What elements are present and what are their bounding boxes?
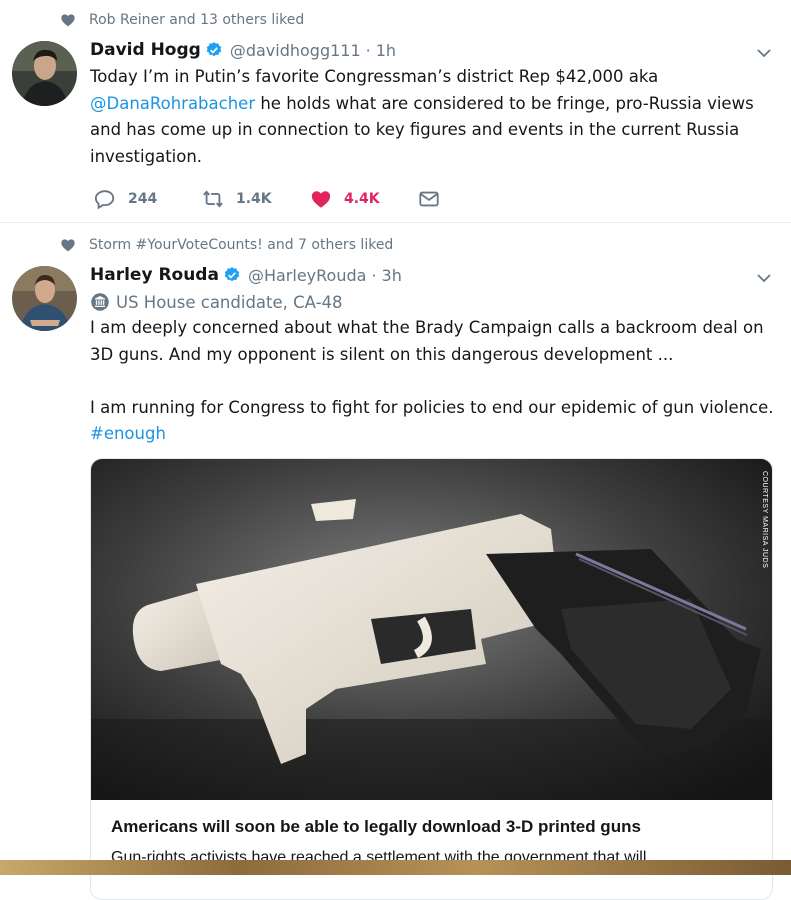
tweet-paragraph: I am running for Congress to fight for p…	[90, 395, 780, 448]
chevron-down-icon[interactable]	[755, 269, 773, 287]
avatar[interactable]	[12, 41, 77, 106]
timestamp[interactable]: 3h	[382, 266, 402, 285]
heart-icon	[61, 14, 75, 27]
retweet-count: 1.4K	[236, 191, 272, 207]
hashtag-link[interactable]: #enough	[90, 424, 166, 443]
user-handle[interactable]: @HarleyRouda	[248, 266, 366, 285]
timestamp[interactable]: 1h	[376, 41, 396, 60]
social-context-text[interactable]: Storm #YourVoteCounts! and 7 others like…	[89, 237, 393, 253]
card-image	[91, 459, 772, 800]
reply-icon	[94, 190, 115, 210]
social-context: Storm #YourVoteCounts! and 7 others like…	[60, 234, 393, 256]
tweet-text-part: Today I’m in Putin’s favorite Congressma…	[90, 67, 659, 86]
chevron-down-icon[interactable]	[755, 44, 773, 62]
tweet-text-part: I am running for Congress to fight for p…	[90, 397, 774, 417]
heart-icon	[61, 239, 75, 252]
like-icon	[311, 191, 331, 208]
avatar[interactable]	[12, 266, 77, 331]
card-title[interactable]: Americans will soon be able to legally d…	[111, 817, 641, 837]
separator-dot: ·	[371, 265, 377, 285]
link-card[interactable]: COURTESY MARISA JUDS Americans will soon…	[90, 458, 773, 900]
mention-link[interactable]: @DanaRohrabacher	[90, 94, 255, 113]
tweet-header: David Hogg @davidhogg111 · 1h	[90, 38, 396, 62]
candidate-label-text: US House candidate, CA-48	[116, 292, 343, 312]
social-context: Rob Reiner and 13 others liked	[60, 9, 304, 31]
direct-message-button[interactable]	[418, 188, 452, 210]
tweet[interactable]: Storm #YourVoteCounts! and 7 others like…	[0, 223, 791, 900]
message-icon	[419, 191, 439, 207]
taskbar-edge	[0, 860, 791, 875]
building-icon	[91, 293, 109, 311]
tweet-text: Today I’m in Putin’s favorite Congressma…	[90, 64, 780, 170]
tweet-header: Harley Rouda @HarleyRouda · 3h	[90, 263, 402, 287]
tweet-text: I am deeply concerned about what the Bra…	[90, 315, 780, 448]
like-button[interactable]: 4.4K	[310, 188, 418, 210]
photo-credit: COURTESY MARISA JUDS	[761, 471, 768, 569]
tweet[interactable]: Rob Reiner and 13 others liked David Hog…	[0, 0, 791, 223]
user-handle[interactable]: @davidhogg111	[230, 41, 361, 60]
like-count: 4.4K	[344, 191, 380, 207]
tweet-actions: 244 1.4K 4.4K	[94, 187, 452, 211]
verified-badge-icon	[224, 267, 240, 282]
retweet-button[interactable]: 1.4K	[202, 188, 310, 210]
reply-button[interactable]: 244	[94, 188, 202, 210]
reply-count: 244	[128, 191, 158, 207]
tweet-paragraph: I am deeply concerned about what the Bra…	[90, 318, 764, 364]
avatar-photo	[12, 266, 77, 331]
verified-badge-icon	[206, 42, 222, 57]
retweet-icon	[203, 190, 223, 208]
social-context-text[interactable]: Rob Reiner and 13 others liked	[89, 12, 304, 28]
candidate-label: US House candidate, CA-48	[90, 290, 343, 314]
display-name[interactable]: Harley Rouda	[90, 265, 219, 285]
avatar-photo	[12, 41, 77, 106]
separator-dot: ·	[365, 40, 371, 60]
display-name[interactable]: David Hogg	[90, 40, 201, 60]
